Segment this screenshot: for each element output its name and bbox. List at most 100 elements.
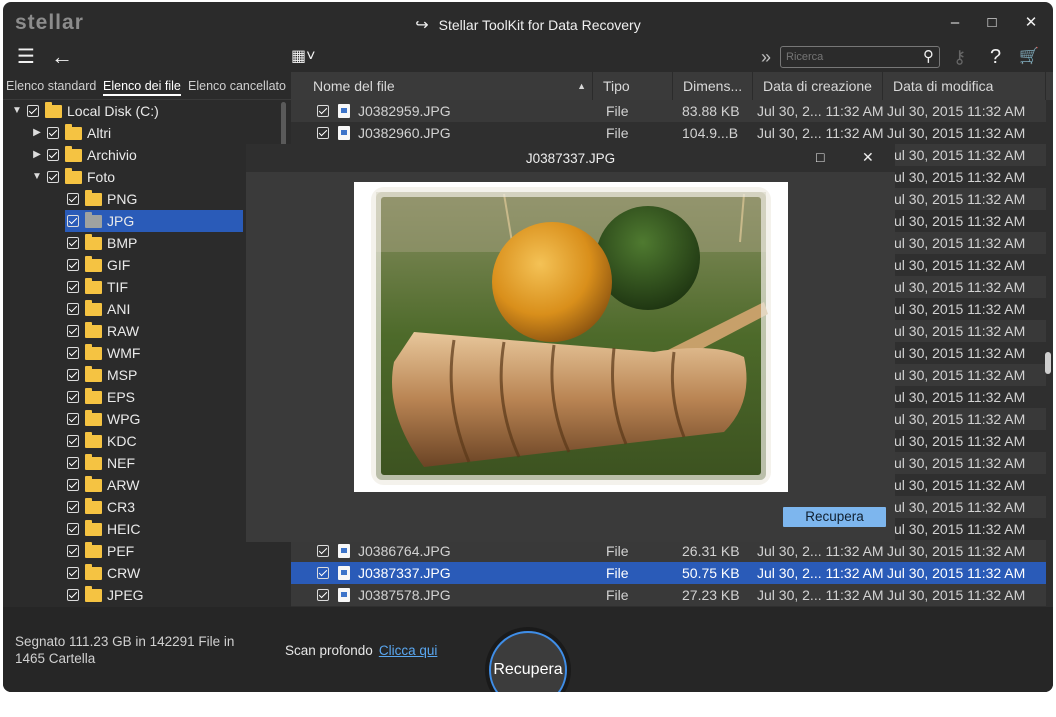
cell-modified: Jul 30, 2015 11:32 AM: [887, 345, 1026, 361]
folder-icon: [85, 520, 102, 536]
column-header-modified[interactable]: Data di modifica: [883, 72, 1046, 100]
tree-item[interactable]: PNG: [3, 188, 283, 210]
caret-down-icon[interactable]: ▼: [31, 166, 43, 188]
tree-item-checkbox[interactable]: [67, 545, 79, 557]
tree-item-label: CR3: [107, 499, 136, 515]
row-checkbox[interactable]: [317, 105, 329, 117]
tree-item[interactable]: BMP: [3, 232, 283, 254]
caret-right-icon[interactable]: ▶: [31, 144, 43, 166]
title-bar: stellar ↪ Stellar ToolKit for Data Recove…: [3, 2, 1053, 42]
key-icon[interactable]: ⚷: [953, 42, 966, 72]
tree-item-checkbox[interactable]: [67, 413, 79, 425]
tree-item[interactable]: ARW: [3, 474, 283, 496]
cell-size: 26.31 KB: [682, 543, 740, 559]
tab-file-list[interactable]: Elenco dei file: [103, 79, 181, 96]
tree-item-checkbox[interactable]: [67, 369, 79, 381]
tree-item-label: ANI: [107, 301, 131, 317]
tree-item-checkbox[interactable]: [67, 391, 79, 403]
tree-item[interactable]: ▼ Local Disk (C:): [3, 100, 283, 122]
tree-item[interactable]: ▼ Foto: [3, 166, 283, 188]
row-checkbox[interactable]: [317, 589, 329, 601]
table-row[interactable]: J0387337.JPG File 50.75 KB Jul 30, 2... 11:…: [291, 562, 1046, 584]
preview-title: J0387337.JPG: [525, 151, 616, 166]
tree-item-checkbox[interactable]: [67, 193, 79, 205]
tree-item[interactable]: PEF: [3, 540, 283, 562]
tree-item[interactable]: GIF: [3, 254, 283, 276]
table-row[interactable]: J0382960.JPG File 104.9...B Jul 30, 2... 11…: [291, 122, 1046, 144]
hamburger-menu-icon[interactable]: ☰: [17, 42, 35, 72]
image-file-icon: [338, 104, 350, 118]
tree-item[interactable]: WPG: [3, 408, 283, 430]
minimize-button[interactable]: –: [943, 12, 967, 34]
tree-item-checkbox[interactable]: [67, 479, 79, 491]
tree-item[interactable]: JPG: [65, 210, 243, 232]
tree-item[interactable]: ▶ Altri: [3, 122, 283, 144]
row-checkbox[interactable]: [317, 545, 329, 557]
maximize-button[interactable]: □: [980, 12, 1004, 34]
tree-item-checkbox[interactable]: [67, 457, 79, 469]
cell-created: Jul 30, 2... 11:32 AM: [757, 565, 883, 581]
tree-item[interactable]: HEIC: [3, 518, 283, 540]
preview-maximize-icon[interactable]: □: [816, 149, 824, 165]
tree-item-checkbox[interactable]: [67, 281, 79, 293]
tree-item-checkbox[interactable]: [47, 171, 59, 183]
tree-item[interactable]: CR3: [3, 496, 283, 518]
tree-item[interactable]: ▶ Archivio: [3, 144, 283, 166]
view-mode-icon[interactable]: ▦˅: [291, 42, 315, 72]
tree-item-checkbox[interactable]: [67, 589, 79, 601]
close-button[interactable]: ✕: [1019, 12, 1043, 34]
cart-icon[interactable]: 🛒: [1019, 42, 1039, 72]
tree-item-checkbox[interactable]: [47, 127, 59, 139]
cell-modified: Jul 30, 2015 11:32 AM: [887, 499, 1026, 515]
tab-standard-list[interactable]: Elenco standard: [6, 79, 96, 93]
tree-item-checkbox[interactable]: [67, 259, 79, 271]
tree-item[interactable]: CRW: [3, 562, 283, 584]
caret-down-icon[interactable]: ▼: [11, 100, 23, 122]
tree-item[interactable]: KDC: [3, 430, 283, 452]
back-arrow-icon[interactable]: ←: [51, 42, 73, 72]
tree-item-checkbox[interactable]: [67, 303, 79, 315]
window-title: ↪ Stellar ToolKit for Data Recovery: [3, 15, 1053, 35]
tree-item-checkbox[interactable]: [67, 325, 79, 337]
column-header-type[interactable]: Tipo: [593, 72, 673, 100]
help-icon[interactable]: ?: [990, 42, 1001, 72]
tree-item[interactable]: RAW: [3, 320, 283, 342]
tree-item-checkbox[interactable]: [67, 567, 79, 579]
column-header-size[interactable]: Dimens...: [673, 72, 753, 100]
search-box[interactable]: ⚲: [780, 46, 940, 68]
row-checkbox[interactable]: [317, 127, 329, 139]
tree-item[interactable]: ANI: [3, 298, 283, 320]
tree-item[interactable]: EPS: [3, 386, 283, 408]
table-row[interactable]: J0386764.JPG File 26.31 KB Jul 30, 2... 11:…: [291, 540, 1046, 562]
search-input[interactable]: [781, 47, 911, 67]
expand-search-icon[interactable]: »: [761, 42, 771, 72]
deep-scan-link[interactable]: Clicca qui: [379, 643, 438, 658]
column-header-name[interactable]: Nome del file ▲: [291, 72, 593, 100]
tree-item-checkbox[interactable]: [67, 215, 79, 227]
tree-item[interactable]: WMF: [3, 342, 283, 364]
cell-modified: Jul 30, 2015 11:32 AM: [887, 543, 1026, 559]
preview-recover-button[interactable]: Recupera: [783, 507, 886, 527]
tab-deleted-list[interactable]: Elenco cancellato: [188, 79, 286, 93]
folder-icon: [85, 190, 102, 206]
view-tabs: Elenco standard Elenco dei file Elenco c…: [3, 72, 291, 100]
tree-item[interactable]: JPEG: [3, 584, 283, 606]
tree-item[interactable]: MSP: [3, 364, 283, 386]
tree-item-checkbox[interactable]: [67, 237, 79, 249]
tree-item[interactable]: NEF: [3, 452, 283, 474]
table-row[interactable]: J0387578.JPG File 27.23 KB Jul 30, 2... 11:…: [291, 584, 1046, 606]
search-icon[interactable]: ⚲: [923, 47, 934, 65]
tree-item-checkbox[interactable]: [67, 435, 79, 447]
row-checkbox[interactable]: [317, 567, 329, 579]
preview-close-icon[interactable]: ✕: [862, 149, 874, 166]
tree-item-checkbox[interactable]: [67, 501, 79, 513]
tree-item-checkbox[interactable]: [67, 347, 79, 359]
tree-item-checkbox[interactable]: [67, 523, 79, 535]
table-row[interactable]: J0382959.JPG File 83.88 KB Jul 30, 2... 11:…: [291, 100, 1046, 122]
tree-item[interactable]: TIF: [3, 276, 283, 298]
column-header-created[interactable]: Data di creazione: [753, 72, 883, 100]
caret-right-icon[interactable]: ▶: [31, 122, 43, 144]
tree-item-checkbox[interactable]: [27, 105, 39, 117]
list-scrollbar-thumb[interactable]: [1045, 352, 1051, 374]
tree-item-checkbox[interactable]: [47, 149, 59, 161]
